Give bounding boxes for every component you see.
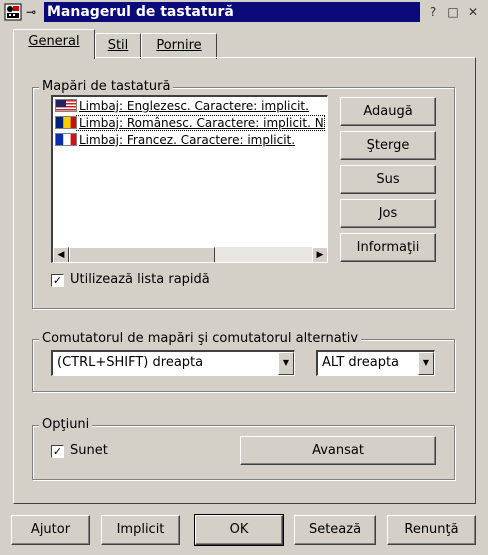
ro-flag-icon xyxy=(55,116,77,129)
pin-icon[interactable]: ⊸ xyxy=(26,4,42,20)
maximize-icon[interactable]: □ xyxy=(444,3,462,21)
tab-startup[interactable]: Pornire xyxy=(141,33,217,59)
keyboard-map-list[interactable]: Limbaj: Englezesc. Caractere: implicit. … xyxy=(51,95,328,263)
quick-list-label[interactable]: Utilizează lista rapidă xyxy=(70,272,210,288)
options-group-title: Opţiuni xyxy=(39,418,93,432)
help-button[interactable]: Ajutor xyxy=(11,515,90,545)
ok-button-label: OK xyxy=(229,522,249,537)
chevron-down-icon[interactable]: ▼ xyxy=(418,352,434,375)
chevron-down-icon[interactable]: ▼ xyxy=(278,352,294,375)
list-item[interactable]: Limbaj: Francez. Caractere: implicit. xyxy=(55,133,327,148)
horizontal-scrollbar[interactable]: ◀ ▶ xyxy=(53,247,327,262)
keyboard-manager-window: ⊸ Managerul de tastatură ? □ ✕ General S… xyxy=(0,0,488,555)
default-button-label: Implicit xyxy=(116,522,165,537)
keyboard-app-icon[interactable] xyxy=(4,3,22,21)
move-down-button-label: Jos xyxy=(378,206,398,221)
move-up-button-label: Sus xyxy=(376,172,400,187)
window-title: Managerul de tastatură xyxy=(44,2,420,22)
move-down-button[interactable]: Jos xyxy=(340,199,436,228)
help-button-label: Ajutor xyxy=(30,522,71,537)
default-button[interactable]: Implicit xyxy=(101,515,180,545)
primary-switch-value: (CTRL+SHIFT) dreapta xyxy=(57,355,204,370)
info-button-label: Informaţii xyxy=(356,240,420,255)
help-icon[interactable]: ? xyxy=(424,3,442,21)
info-button[interactable]: Informaţii xyxy=(340,233,436,262)
add-button[interactable]: Adaugă xyxy=(340,97,436,126)
alternate-switch-value: ALT dreapta xyxy=(322,355,400,370)
tab-general-label: General xyxy=(28,34,80,49)
delete-button-label: Şterge xyxy=(366,138,410,153)
advanced-button-label: Avansat xyxy=(312,443,364,458)
us-flag-icon xyxy=(55,99,77,112)
scrollbar-thumb[interactable] xyxy=(69,247,215,262)
list-item-selected[interactable]: Limbaj: Românesc. Caractere: implicit. N xyxy=(55,115,327,131)
title-bar[interactable]: ⊸ Managerul de tastatură ? □ ✕ xyxy=(0,0,488,24)
quick-list-checkbox[interactable]: ✓ xyxy=(51,274,64,287)
apply-button[interactable]: Setează xyxy=(294,515,376,545)
tab-startup-label: Pornire xyxy=(156,38,202,53)
move-up-button[interactable]: Sus xyxy=(340,165,436,194)
list-item[interactable]: Limbaj: Englezesc. Caractere: implicit. xyxy=(55,99,327,114)
sound-label[interactable]: Sunet xyxy=(70,443,108,459)
close-icon[interactable]: ✕ xyxy=(464,3,482,21)
ok-button[interactable]: OK xyxy=(194,514,284,546)
sound-checkbox[interactable]: ✓ xyxy=(51,445,64,458)
tab-style-label: Stil xyxy=(107,38,129,53)
tab-general[interactable]: General xyxy=(13,29,95,59)
mappings-group-title: Mapări de tastatură xyxy=(39,80,174,94)
add-button-label: Adaugă xyxy=(363,104,413,119)
switch-group-title: Comutatorul de mapări şi comutatorul alt… xyxy=(39,332,362,346)
list-item-label: Limbaj: Românesc. Caractere: implicit. N xyxy=(76,115,325,131)
primary-switch-select[interactable]: (CTRL+SHIFT) dreapta ▼ xyxy=(51,350,295,376)
advanced-button[interactable]: Avansat xyxy=(240,436,436,465)
scroll-left-icon[interactable]: ◀ xyxy=(53,247,69,262)
list-item-label: Limbaj: Englezesc. Caractere: implicit. xyxy=(79,99,309,113)
cancel-button-label: Renunţă xyxy=(404,522,459,537)
scroll-right-icon[interactable]: ▶ xyxy=(312,247,327,262)
cancel-button[interactable]: Renunţă xyxy=(387,515,476,545)
tab-style[interactable]: Stil xyxy=(95,33,141,59)
list-item-label: Limbaj: Francez. Caractere: implicit. xyxy=(79,133,296,147)
delete-button[interactable]: Şterge xyxy=(340,131,436,160)
fr-flag-icon xyxy=(55,133,77,146)
apply-button-label: Setează xyxy=(308,522,362,537)
alternate-switch-select[interactable]: ALT dreapta ▼ xyxy=(316,350,435,376)
